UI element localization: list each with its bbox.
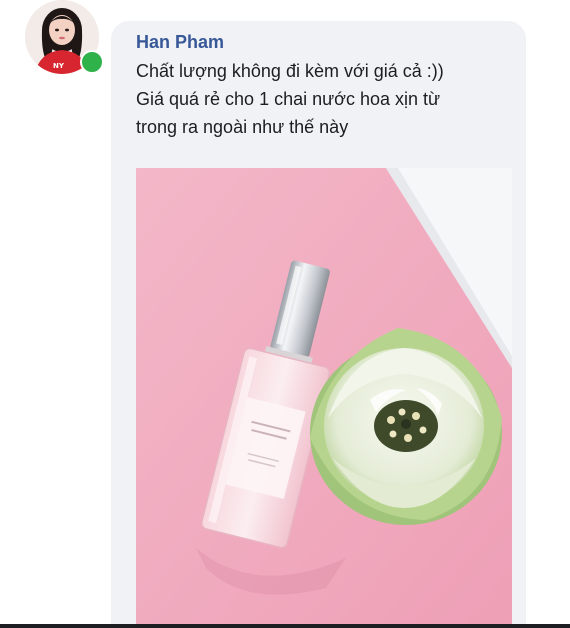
bottom-edge	[0, 624, 570, 628]
perfume-lotus-photo	[136, 168, 512, 628]
author-name-link[interactable]: Han Pham	[136, 31, 224, 53]
comment-text-line-2: Giá quá rẻ cho 1 chai nước hoa xịn từ	[136, 89, 441, 109]
svg-text:NY: NY	[53, 62, 65, 70]
author-avatar-container[interactable]: NY	[25, 0, 104, 76]
comment-view: NY Han Pham Chất lượng không đi kèm với …	[0, 0, 570, 628]
online-status-icon	[80, 50, 104, 74]
comment-text-line-1: Chất lượng không đi kèm với giá cả :))	[136, 61, 444, 81]
comment-text-line-3: trong ra ngoài như thế này	[136, 117, 349, 137]
attached-photo[interactable]	[136, 168, 512, 628]
